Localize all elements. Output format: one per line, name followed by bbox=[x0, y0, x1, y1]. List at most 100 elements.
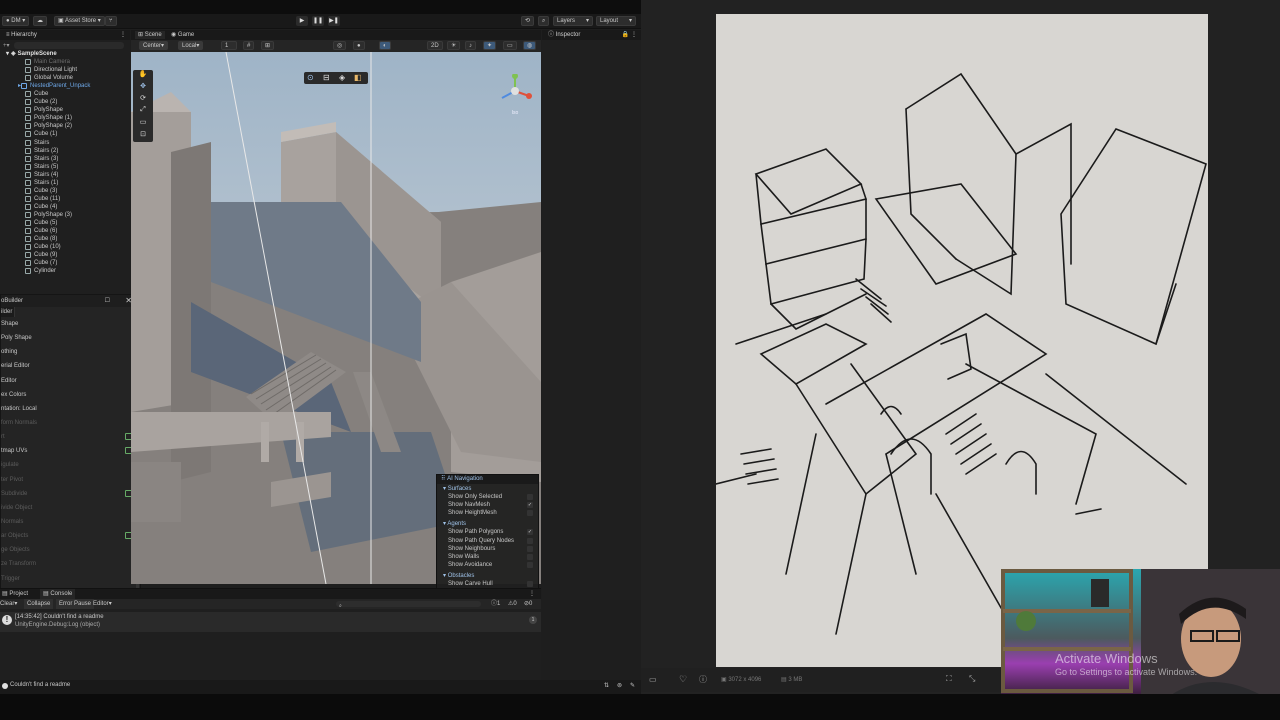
scale-tool-icon[interactable]: ⤢ bbox=[133, 106, 153, 118]
edge-mode-icon[interactable]: ⊟ bbox=[323, 73, 330, 82]
hierarchy-item[interactable]: Cube (8) bbox=[0, 235, 130, 243]
object-mode-icon[interactable]: ◧ bbox=[354, 73, 362, 82]
hierarchy-item[interactable]: PolyShape bbox=[0, 106, 130, 114]
tab-project[interactable]: ▤ Project bbox=[2, 589, 28, 599]
probuilder-action[interactable]: Normals bbox=[1, 515, 140, 529]
transform-tool-icon[interactable]: ⊡ bbox=[133, 130, 153, 142]
account-button[interactable]: ● DM ▾ bbox=[2, 16, 30, 26]
effects-toggle[interactable]: ✦ bbox=[483, 41, 497, 50]
nav-section-header[interactable]: ▾ Surfaces bbox=[437, 485, 538, 493]
hierarchy-item[interactable]: Main Camera bbox=[0, 58, 130, 66]
grid-toggle-button[interactable]: ⊞ bbox=[261, 41, 275, 50]
nav-option[interactable]: Show Carve Hull bbox=[437, 580, 538, 588]
version-control-button[interactable]: ⑂ bbox=[105, 16, 117, 26]
probuilder-action[interactable]: erial Editor bbox=[1, 359, 140, 373]
vertex-mode-icon[interactable]: ⊙ bbox=[307, 73, 314, 82]
probuilder-action[interactable]: Poly Shape bbox=[1, 331, 140, 345]
search-button[interactable]: ⌕ bbox=[538, 16, 550, 26]
hierarchy-item[interactable]: Cube (4) bbox=[0, 203, 130, 211]
snap-increment-field[interactable]: 1 bbox=[221, 41, 237, 50]
hierarchy-item[interactable]: Stairs (5) bbox=[0, 163, 130, 171]
grid-snap-button[interactable]: # bbox=[243, 41, 255, 50]
nav-option[interactable]: Show NavMesh ✓ bbox=[437, 501, 538, 509]
nav-option-checkbox[interactable] bbox=[527, 581, 533, 588]
hierarchy-item[interactable]: Stairs (2) bbox=[0, 147, 130, 155]
layers-dropdown[interactable]: Layers ▾ bbox=[553, 16, 593, 26]
probuilder-action[interactable]: ge Objects bbox=[1, 543, 140, 557]
hierarchy-item[interactable]: Cube (5) bbox=[0, 219, 130, 227]
probuilder-action[interactable]: Subdivide bbox=[1, 487, 140, 501]
probuilder-action[interactable]: Trigger bbox=[1, 572, 140, 586]
orientation-gizmo[interactable]: Iso bbox=[496, 73, 534, 118]
probuilder-action[interactable]: rt bbox=[1, 430, 140, 444]
tab-game[interactable]: ◉ Game bbox=[171, 31, 194, 39]
hierarchy-item[interactable]: Stairs bbox=[0, 139, 130, 147]
draw-mode-button[interactable]: ◎ bbox=[333, 41, 347, 50]
inspector-tab[interactable]: ⓘ Inspector 🔒 ⋮ bbox=[542, 30, 641, 40]
audio-toggle[interactable]: ♪ bbox=[465, 41, 476, 50]
hierarchy-item[interactable]: Cube (2) bbox=[0, 98, 130, 106]
hierarchy-item[interactable]: PolyShape (3) bbox=[0, 211, 130, 219]
light-toggle[interactable]: ☀ bbox=[447, 41, 461, 50]
nav-option-checkbox[interactable] bbox=[527, 510, 533, 517]
console-search-input[interactable]: ⌕ bbox=[336, 601, 481, 609]
shaded-button[interactable]: ● bbox=[353, 41, 365, 50]
hierarchy-item[interactable]: Global Volume bbox=[0, 74, 130, 82]
status-progress-icon[interactable]: ⊚ bbox=[617, 682, 622, 689]
pivot-dropdown[interactable]: Center▾ bbox=[139, 41, 169, 50]
info-count-toggle[interactable]: ⓘ1 bbox=[491, 599, 500, 609]
hierarchy-item[interactable]: Stairs (1) bbox=[0, 179, 130, 187]
warning-count-toggle[interactable]: ⚠0 bbox=[508, 599, 517, 609]
probuilder-action[interactable]: tmap UVs bbox=[1, 444, 140, 458]
pause-button[interactable]: ❚❚ bbox=[312, 16, 324, 26]
rect-tool-icon[interactable]: ▭ bbox=[133, 118, 153, 130]
nav-option-checkbox[interactable] bbox=[527, 561, 533, 568]
hierarchy-item[interactable]: Cube bbox=[0, 90, 130, 98]
rotate-tool-icon[interactable]: ⟳ bbox=[133, 94, 153, 106]
nav-option-checkbox[interactable] bbox=[527, 537, 533, 544]
nav-option-checkbox[interactable]: ✓ bbox=[527, 529, 533, 536]
hierarchy-item[interactable]: PolyShape (2) bbox=[0, 122, 130, 130]
hierarchy-item[interactable]: ▸ NestedParent_Unpack bbox=[0, 82, 130, 90]
probuilder-action[interactable]: othing bbox=[1, 345, 140, 359]
gallery-icon[interactable]: ▭ bbox=[649, 675, 657, 684]
probuilder-action[interactable]: Editor bbox=[1, 374, 140, 388]
lighting-button[interactable]: ◐ bbox=[379, 41, 391, 50]
probuilder-action[interactable]: igulate bbox=[1, 458, 140, 472]
status-network-icon[interactable]: ⇅ bbox=[604, 682, 609, 689]
probuilder-action[interactable]: ze Transform bbox=[1, 557, 140, 571]
move-tool-icon[interactable]: ✥ bbox=[133, 82, 153, 94]
play-button[interactable]: ▶ bbox=[296, 16, 308, 26]
gizmos-button[interactable]: ◍ bbox=[523, 41, 537, 50]
nav-option[interactable]: Show Path Polygons ✓ bbox=[437, 528, 538, 536]
nav-option[interactable]: Show Only Selected bbox=[437, 493, 538, 501]
hierarchy-item[interactable]: Cube (10) bbox=[0, 243, 130, 251]
hierarchy-item[interactable]: Directional Light bbox=[0, 66, 130, 74]
asset-store-button[interactable]: ▣ Asset Store ▾ bbox=[54, 16, 105, 26]
hierarchy-item[interactable]: Cube (7) bbox=[0, 259, 130, 267]
collapse-button[interactable]: Collapse bbox=[24, 599, 54, 609]
probuilder-action[interactable]: ex Colors bbox=[1, 388, 140, 402]
probuilder-action[interactable]: form Normals bbox=[1, 416, 140, 430]
hand-tool-icon[interactable]: ✋ bbox=[133, 70, 153, 82]
nav-option-checkbox[interactable] bbox=[527, 553, 533, 560]
hierarchy-item[interactable]: Cube (6) bbox=[0, 227, 130, 235]
ai-navigation-title[interactable]: ⠿ AI Navigation bbox=[437, 475, 538, 484]
probuilder-action[interactable]: Shape bbox=[1, 317, 140, 331]
hierarchy-item[interactable]: Cube (11) bbox=[0, 195, 130, 203]
hierarchy-item[interactable]: Stairs (4) bbox=[0, 171, 130, 179]
clear-button[interactable]: Clear▾ bbox=[0, 599, 17, 609]
nav-option[interactable]: Show Avoidance bbox=[437, 561, 538, 569]
favorite-heart-icon[interactable]: ♡ bbox=[679, 674, 687, 685]
probuilder-action[interactable]: ter Pivot bbox=[1, 473, 140, 487]
expand-icon[interactable]: ⤡ bbox=[969, 674, 975, 684]
nav-section-header[interactable]: ▾ Obstacles bbox=[437, 572, 538, 580]
maximize-icon[interactable]: ☐ bbox=[105, 295, 110, 307]
hierarchy-item[interactable]: Cube (1) bbox=[0, 130, 130, 138]
space-dropdown[interactable]: Local▾ bbox=[178, 41, 204, 50]
probuilder-action[interactable]: ar Objects bbox=[1, 529, 140, 543]
face-mode-icon[interactable]: ◈ bbox=[339, 73, 345, 82]
nav-section-header[interactable]: ▾ Agents bbox=[437, 520, 538, 528]
probuilder-tab[interactable]: ilder bbox=[1, 307, 15, 317]
tab-scene[interactable]: ⊞ Scene bbox=[135, 31, 165, 39]
